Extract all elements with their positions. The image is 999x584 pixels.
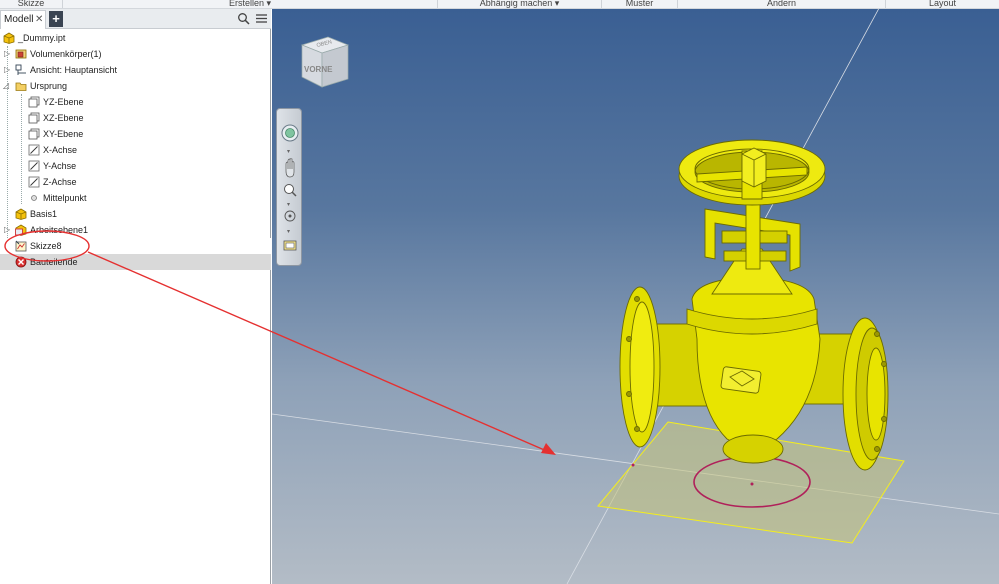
- view-rep-icon: [15, 64, 26, 75]
- tree-item-y-achse[interactable]: Y-Achse: [0, 158, 271, 174]
- ribbon-group-aendern[interactable]: Ändern: [678, 0, 886, 8]
- tree-item-ursprung[interactable]: ◿ Ursprung: [0, 78, 271, 94]
- base-feature-icon: [15, 208, 27, 220]
- work-plane-icon: [28, 128, 40, 140]
- svg-text:▾: ▾: [287, 149, 290, 155]
- tree-item-ansicht[interactable]: ▷ Ansicht: Hauptansicht: [0, 62, 271, 78]
- tree-item-xy-ebene[interactable]: XY-Ebene: [0, 126, 271, 142]
- tree-item-label: Y-Achse: [43, 161, 77, 171]
- ribbon-group-muster[interactable]: Muster: [602, 0, 678, 8]
- origin-folder-icon: [15, 82, 27, 91]
- model-browser: Modell ✕ + _Dummy.ipt ▷ Volumenkörper(1)…: [0, 9, 271, 584]
- browser-header: Modell ✕ +: [0, 9, 271, 29]
- add-tab-button[interactable]: +: [49, 11, 63, 27]
- viewcube-front-label[interactable]: VORNE: [304, 65, 333, 74]
- work-axis-icon: [28, 144, 40, 156]
- look-at-icon[interactable]: [283, 240, 297, 251]
- tree-item-label: Mittelpunkt: [43, 193, 87, 203]
- tree-item-basis1[interactable]: Basis1: [0, 206, 271, 222]
- tree-item-label: XY-Ebene: [43, 129, 84, 139]
- tree-item-label: Arbeitsebene1: [30, 225, 89, 235]
- orbit-icon[interactable]: [284, 210, 296, 222]
- work-point-icon: [31, 195, 37, 201]
- tree-item-label: _Dummy.ipt: [18, 33, 66, 43]
- tree-item-label: Basis1: [30, 209, 58, 219]
- graphics-viewport[interactable]: OBEN VORNE: [272, 9, 999, 584]
- expand-icon[interactable]: ▷: [4, 50, 11, 58]
- pan-icon[interactable]: [285, 158, 295, 178]
- tree-item-label: Z-Achse: [43, 177, 77, 187]
- work-plane-icon: [28, 96, 40, 108]
- work-axis-icon: [28, 176, 40, 188]
- tree-item-skizze8[interactable]: Skizze8: [0, 238, 271, 254]
- tab-modell[interactable]: Modell ✕: [0, 10, 46, 29]
- tree-item-dummy-ipt[interactable]: _Dummy.ipt: [0, 30, 271, 46]
- solid-bodies-icon: [15, 49, 27, 59]
- tree-item-arbeitsebene1[interactable]: ▷ Arbeitsebene1: [0, 222, 271, 238]
- work-axis-icon: [28, 160, 40, 172]
- tree-item-mittelpunkt[interactable]: Mittelpunkt: [0, 190, 271, 206]
- tree-item-volumenkoerper[interactable]: ▷ Volumenkörper(1): [0, 46, 271, 62]
- expand-icon[interactable]: ▷: [4, 66, 11, 74]
- tree-item-label: Ansicht: Hauptansicht: [30, 65, 118, 75]
- tree-item-x-achse[interactable]: X-Achse: [0, 142, 271, 158]
- tree-item-label: X-Achse: [43, 145, 78, 155]
- collapse-icon[interactable]: ◿: [3, 82, 10, 90]
- ribbon-group-erstellen[interactable]: Erstellen ▾: [63, 0, 438, 8]
- model-scene: [272, 9, 999, 584]
- tree-item-z-achse[interactable]: Z-Achse: [0, 174, 271, 190]
- tree-item-label: YZ-Ebene: [43, 97, 84, 107]
- ribbon-group-skizze[interactable]: Skizze: [0, 0, 63, 8]
- tree-item-label: Volumenkörper(1): [30, 49, 102, 59]
- tree-item-label: XZ-Ebene: [43, 113, 84, 123]
- tree-item-bauteilende[interactable]: Bauteilende: [0, 254, 271, 270]
- steering-wheel-icon[interactable]: [281, 124, 299, 142]
- valve-model: [619, 139, 889, 471]
- tree-item-label: Bauteilende: [30, 257, 78, 267]
- sketch-icon: [15, 240, 27, 252]
- navigation-bar: ▾ ▾ ▾: [276, 108, 302, 266]
- svg-text:▾: ▾: [287, 229, 290, 235]
- ribbon-group-layout[interactable]: Layout: [886, 0, 999, 8]
- zoom-icon[interactable]: [284, 184, 297, 197]
- part-icon: [3, 32, 15, 44]
- work-plane-feature-icon: [15, 224, 27, 236]
- tab-modell-label: Modell: [4, 14, 34, 25]
- menu-icon[interactable]: [255, 12, 268, 25]
- sketch-point: [631, 463, 635, 467]
- svg-text:▾: ▾: [287, 202, 290, 208]
- ribbon-panel-labels: Skizze Erstellen ▾ Abhängig machen ▾ Mus…: [0, 0, 999, 9]
- expand-icon[interactable]: ▷: [4, 226, 11, 234]
- viewcube[interactable]: OBEN VORNE: [296, 31, 356, 91]
- ribbon-group-abhaengig-machen[interactable]: Abhängig machen ▾: [438, 0, 602, 8]
- tree-item-label: Ursprung: [30, 81, 68, 91]
- close-icon[interactable]: ✕: [35, 11, 43, 29]
- work-plane-icon: [28, 112, 40, 124]
- tree-item-xz-ebene[interactable]: XZ-Ebene: [0, 110, 271, 126]
- tree-item-label: Skizze8: [30, 241, 62, 251]
- tree-item-yz-ebene[interactable]: YZ-Ebene: [0, 94, 271, 110]
- search-icon[interactable]: [237, 12, 250, 25]
- end-of-part-icon: [15, 256, 27, 268]
- sketch-center-point: [750, 482, 754, 486]
